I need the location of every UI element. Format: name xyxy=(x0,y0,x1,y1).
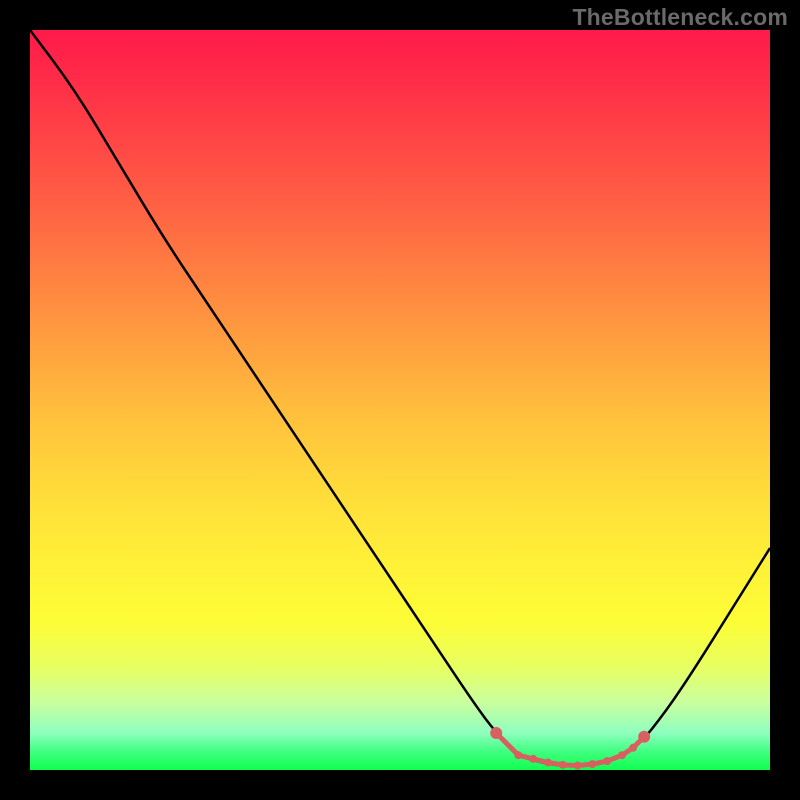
marker-dot xyxy=(618,751,626,759)
plot-area xyxy=(30,30,770,770)
chart-svg xyxy=(30,30,770,770)
marker-dot xyxy=(514,751,522,759)
bottleneck-curve xyxy=(30,30,770,766)
marker-dot xyxy=(544,759,552,767)
chart-container: TheBottleneck.com xyxy=(0,0,800,800)
optimal-zone-markers xyxy=(490,727,650,770)
marker-dot xyxy=(559,761,567,769)
marker-dot xyxy=(490,727,502,739)
watermark-text: TheBottleneck.com xyxy=(572,4,788,31)
marker-dot xyxy=(574,762,582,770)
marker-dot xyxy=(529,755,537,763)
marker-dot xyxy=(629,744,637,752)
marker-dot xyxy=(603,757,611,765)
marker-dot xyxy=(588,760,596,768)
marker-dot xyxy=(638,731,650,743)
